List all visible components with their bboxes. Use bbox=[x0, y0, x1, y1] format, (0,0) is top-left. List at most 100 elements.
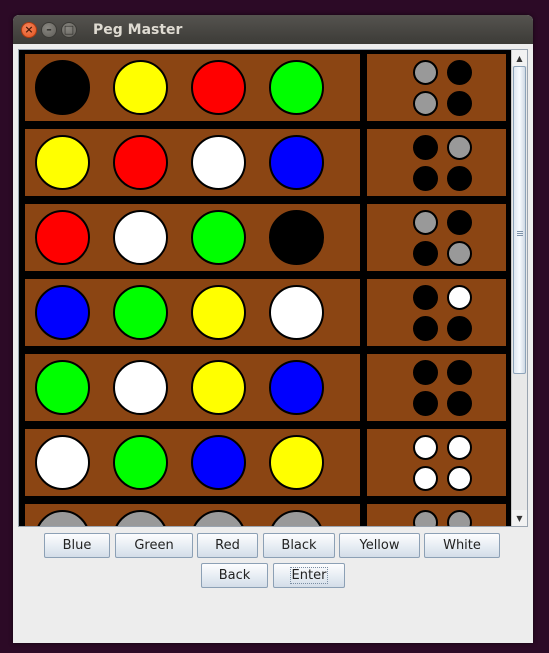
scroll-up-button[interactable]: ▲ bbox=[512, 50, 527, 66]
feedback-panel bbox=[367, 129, 506, 196]
blue-button[interactable]: Blue bbox=[44, 533, 110, 558]
peg-black bbox=[35, 60, 90, 115]
key-peg-black bbox=[413, 391, 438, 416]
arrow-down-icon: ▼ bbox=[516, 513, 523, 523]
peg-green bbox=[113, 435, 168, 490]
board-row bbox=[19, 125, 511, 200]
peg-black bbox=[269, 210, 324, 265]
vertical-scrollbar[interactable]: ▲ ▼ bbox=[511, 50, 527, 526]
peg-yellow bbox=[191, 285, 246, 340]
game-board bbox=[19, 50, 511, 526]
peg-yellow bbox=[191, 360, 246, 415]
peg-gray bbox=[35, 510, 90, 526]
key-peg-black bbox=[413, 360, 438, 385]
key-peg-gray bbox=[413, 91, 438, 116]
peg-red bbox=[113, 135, 168, 190]
white-button[interactable]: White bbox=[424, 533, 500, 558]
board-scroll-pane[interactable]: ▲ ▼ bbox=[18, 49, 528, 527]
board-row bbox=[19, 350, 511, 425]
minimize-window-button[interactable]: – bbox=[41, 21, 57, 38]
peg-yellow bbox=[113, 60, 168, 115]
key-peg-gray bbox=[413, 210, 438, 235]
key-peg-black bbox=[447, 91, 472, 116]
key-peg-white bbox=[413, 435, 438, 460]
peg-white bbox=[191, 135, 246, 190]
key-peg-black bbox=[447, 210, 472, 235]
guess-panel bbox=[25, 129, 360, 196]
window-title: Peg Master bbox=[93, 21, 183, 38]
title-bar[interactable]: × – □ Peg Master bbox=[13, 15, 533, 44]
yellow-button-label: Yellow bbox=[359, 538, 400, 553]
key-peg-black bbox=[413, 316, 438, 341]
minimize-icon: – bbox=[46, 23, 52, 36]
peg-green bbox=[113, 285, 168, 340]
enter-button[interactable]: Enter bbox=[273, 563, 345, 588]
scroll-down-button[interactable]: ▼ bbox=[512, 510, 527, 526]
back-button-label: Back bbox=[218, 568, 251, 583]
peg-white bbox=[35, 435, 90, 490]
guess-panel bbox=[25, 429, 360, 496]
blue-button-label: Blue bbox=[62, 538, 92, 553]
key-peg-gray bbox=[447, 510, 472, 526]
board-row bbox=[19, 50, 511, 125]
guess-panel bbox=[25, 54, 360, 121]
feedback-panel bbox=[367, 204, 506, 271]
peg-blue bbox=[35, 285, 90, 340]
peg-gray bbox=[191, 510, 246, 526]
back-button[interactable]: Back bbox=[201, 563, 268, 588]
board-row bbox=[19, 425, 511, 500]
peg-blue bbox=[269, 135, 324, 190]
white-button-label: White bbox=[443, 538, 481, 553]
scrollbar-thumb[interactable] bbox=[513, 66, 526, 374]
key-peg-gray bbox=[447, 241, 472, 266]
key-peg-black bbox=[413, 241, 438, 266]
key-peg-gray bbox=[447, 135, 472, 160]
board-row bbox=[19, 500, 511, 526]
key-peg-black bbox=[447, 316, 472, 341]
peg-red bbox=[191, 60, 246, 115]
key-peg-black bbox=[413, 166, 438, 191]
key-peg-gray bbox=[413, 510, 438, 526]
maximize-window-button[interactable]: □ bbox=[61, 21, 77, 38]
guess-panel bbox=[25, 204, 360, 271]
peg-white bbox=[269, 285, 324, 340]
peg-master-window: × – □ Peg Master ▲ ▼ Blue Green Red Blac… bbox=[13, 15, 533, 643]
peg-white bbox=[113, 210, 168, 265]
yellow-button[interactable]: Yellow bbox=[339, 533, 420, 558]
peg-gray bbox=[113, 510, 168, 526]
peg-yellow bbox=[35, 135, 90, 190]
key-peg-white bbox=[413, 466, 438, 491]
peg-white bbox=[113, 360, 168, 415]
peg-yellow bbox=[269, 435, 324, 490]
peg-gray bbox=[269, 510, 324, 526]
green-button-label: Green bbox=[134, 538, 174, 553]
key-peg-black bbox=[447, 391, 472, 416]
key-peg-black bbox=[447, 360, 472, 385]
arrow-up-icon: ▲ bbox=[516, 53, 523, 63]
key-peg-black bbox=[447, 166, 472, 191]
board-row bbox=[19, 200, 511, 275]
peg-green bbox=[35, 360, 90, 415]
peg-blue bbox=[191, 435, 246, 490]
key-peg-white bbox=[447, 285, 472, 310]
red-button[interactable]: Red bbox=[197, 533, 258, 558]
guess-panel bbox=[25, 354, 360, 421]
guess-panel bbox=[25, 279, 360, 346]
key-peg-black bbox=[413, 285, 438, 310]
red-button-label: Red bbox=[215, 538, 240, 553]
green-button[interactable]: Green bbox=[115, 533, 193, 558]
enter-button-label: Enter bbox=[289, 567, 329, 584]
guess-panel bbox=[25, 504, 360, 526]
black-button[interactable]: Black bbox=[263, 533, 335, 558]
maximize-icon: □ bbox=[63, 23, 75, 36]
close-window-button[interactable]: × bbox=[21, 21, 37, 38]
feedback-panel bbox=[367, 54, 506, 121]
feedback-panel bbox=[367, 354, 506, 421]
close-icon: × bbox=[24, 23, 34, 36]
peg-green bbox=[269, 60, 324, 115]
key-peg-black bbox=[413, 135, 438, 160]
feedback-panel bbox=[367, 429, 506, 496]
key-peg-white bbox=[447, 466, 472, 491]
key-peg-black bbox=[447, 60, 472, 85]
black-button-label: Black bbox=[281, 538, 317, 553]
